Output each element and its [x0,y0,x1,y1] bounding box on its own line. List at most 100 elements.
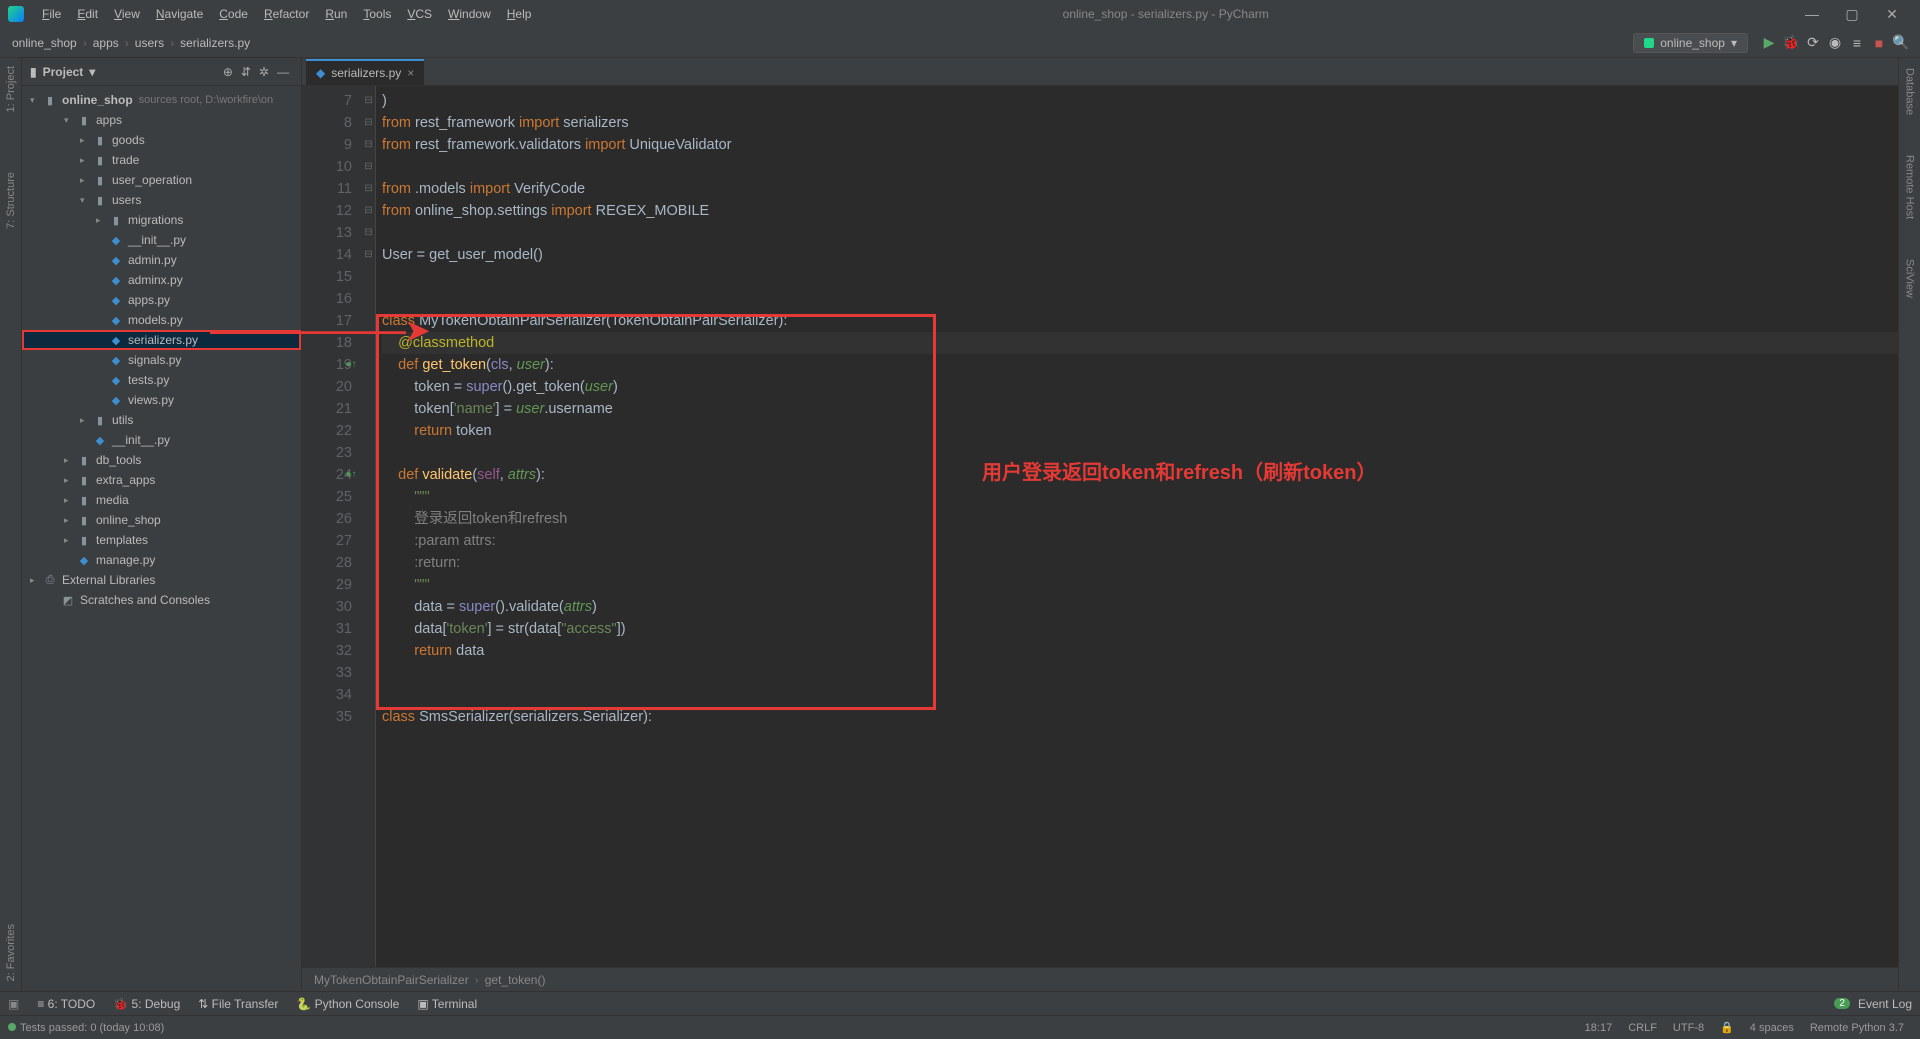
status-time: 18:17 [1577,1022,1621,1034]
line-number-gutter[interactable]: 78910111213141516171819●↑2021222324●↑252… [302,86,362,967]
editor-tab-serializers[interactable]: ◆ serializers.py × [306,59,424,85]
menu-refactor[interactable]: Refactor [256,7,317,21]
project-tree[interactable]: ▾▮online_shopsources root, D:\workfire\o… [22,86,301,991]
chevron-right-icon: › [81,36,89,50]
tree-item-online_shop[interactable]: ▸▮online_shop [22,510,301,530]
tool-tab-python-console[interactable]: 🐍 Python Console [296,997,399,1011]
editor-breadcrumbs[interactable]: MyTokenObtainPairSerializer › get_token(… [302,967,1898,991]
editor-tab-label: serializers.py [331,66,401,80]
run-config-name: online_shop [1660,36,1725,50]
code-content[interactable]: )from rest_framework import serializersf… [376,86,1898,967]
tree-item-db_tools[interactable]: ▸▮db_tools [22,450,301,470]
fold-gutter[interactable]: ⊟⊟⊟⊟⊟⊟⊟⊟ [362,86,376,967]
tree-item-models-py[interactable]: ◆models.py [22,310,301,330]
debug-button[interactable]: 🐞 [1780,34,1802,51]
tree-item-templates[interactable]: ▸▮templates [22,530,301,550]
tree-item-manage-py[interactable]: ◆manage.py [22,550,301,570]
tool-tab-file-transfer[interactable]: ⇅ File Transfer [198,997,278,1011]
chevron-down-icon[interactable]: ▾ [89,65,95,79]
tree-item-media[interactable]: ▸▮media [22,490,301,510]
coverage-button[interactable]: ⟳ [1802,34,1824,51]
breadcrumb-method[interactable]: get_token() [485,973,546,987]
tree-root[interactable]: ▾▮online_shopsources root, D:\workfire\o… [22,90,301,110]
status-bar: Tests passed: 0 (today 10:08) 18:17 CRLF… [0,1015,1920,1039]
menu-run[interactable]: Run [317,7,355,21]
status-line-separator[interactable]: CRLF [1620,1022,1665,1034]
tool-tab-remote-host[interactable]: Remote Host [1904,155,1916,219]
breadcrumb-item[interactable]: users [131,36,168,50]
attach-button[interactable]: ≡ [1846,35,1868,51]
tool-tab-database[interactable]: Database [1904,68,1916,115]
hide-icon[interactable]: — [273,65,293,79]
python-file-icon: ◆ [316,66,325,80]
close-button[interactable]: ✕ [1872,6,1912,23]
tool-tab-todo[interactable]: ≡ 6: TODO [37,997,95,1011]
lock-icon[interactable]: 🔒 [1712,1021,1742,1034]
tool-tab-project[interactable]: 1: Project [5,66,17,112]
breadcrumb-item[interactable]: serializers.py [176,36,254,50]
menu-tools[interactable]: Tools [355,7,399,21]
tree-item-trade[interactable]: ▸▮trade [22,150,301,170]
editor-tabs: ◆ serializers.py × [302,58,1898,86]
locate-icon[interactable]: ⊕ [219,65,237,79]
tree-item-apps[interactable]: ▾▮apps [22,110,301,130]
tree-item-tests-py[interactable]: ◆tests.py [22,370,301,390]
tool-tab-structure[interactable]: 7: Structure [5,172,17,229]
chevron-down-icon: ▾ [1731,36,1737,50]
tool-tab-debug[interactable]: 🐞 5: Debug [113,997,180,1011]
menu-file[interactable]: File [34,7,69,21]
tree-item-apps-py[interactable]: ◆apps.py [22,290,301,310]
run-configuration-selector[interactable]: online_shop ▾ [1633,33,1748,53]
tool-tab-favorites[interactable]: 2: Favorites [5,924,17,981]
code-editor[interactable]: 78910111213141516171819●↑2021222324●↑252… [302,86,1898,967]
breadcrumb-class[interactable]: MyTokenObtainPairSerializer [314,973,469,987]
tree-item-utils[interactable]: ▸▮utils [22,410,301,430]
project-panel-header: ▮Project ▾ ⊕ ⇵ ✲ — [22,58,301,86]
chevron-right-icon: › [123,36,131,50]
menu-vcs[interactable]: VCS [399,7,440,21]
search-everywhere-button[interactable]: 🔍 [1890,34,1912,51]
tree-item-goods[interactable]: ▸▮goods [22,130,301,150]
settings-icon[interactable]: ✲ [255,65,273,79]
menu-view[interactable]: View [106,7,148,21]
tree-item-extra_apps[interactable]: ▸▮extra_apps [22,470,301,490]
collapse-icon[interactable]: ⇵ [237,65,255,79]
tree-item-External-Libraries[interactable]: ▸⎙External Libraries [22,570,301,590]
status-tests: Tests passed: 0 (today 10:08) [8,1022,164,1034]
menu-window[interactable]: Window [440,7,499,21]
stop-button[interactable]: ■ [1868,35,1890,51]
minimize-button[interactable]: — [1792,6,1832,22]
maximize-button[interactable]: ▢ [1832,6,1872,23]
breadcrumb-item[interactable]: online_shop [8,36,81,50]
tool-window-quick-access-icon[interactable]: ▣ [8,997,19,1011]
close-tab-icon[interactable]: × [407,66,414,80]
tool-tab-terminal[interactable]: ▣ Terminal [417,997,477,1011]
right-tool-stripe: Database Remote Host SciView [1898,58,1920,991]
window-title: online_shop - serializers.py - PyCharm [539,7,1792,21]
tree-item-__init__-py[interactable]: ◆__init__.py [22,230,301,250]
run-button[interactable]: ▶ [1758,34,1780,51]
tree-item-user_operation[interactable]: ▸▮user_operation [22,170,301,190]
breadcrumb-item[interactable]: apps [89,36,123,50]
status-interpreter[interactable]: Remote Python 3.7 [1802,1022,1912,1034]
event-log-button[interactable]: 2Event Log [1834,997,1912,1011]
tree-item-migrations[interactable]: ▸▮migrations [22,210,301,230]
profile-button[interactable]: ◉ [1824,34,1846,51]
menu-edit[interactable]: Edit [69,7,106,21]
tree-item-views-py[interactable]: ◆views.py [22,390,301,410]
status-indent[interactable]: 4 spaces [1742,1022,1802,1034]
tree-item-signals-py[interactable]: ◆signals.py [22,350,301,370]
tree-item-__init__-py[interactable]: ◆__init__.py [22,430,301,450]
editor-area: ◆ serializers.py × 789101112131415161718… [302,58,1898,991]
tree-item-admin-py[interactable]: ◆admin.py [22,250,301,270]
left-tool-stripe: 1: Project 7: Structure 2: Favorites [0,58,22,991]
status-encoding[interactable]: UTF-8 [1665,1022,1712,1034]
tree-item-Scratches-and-Consoles[interactable]: ◩Scratches and Consoles [22,590,301,610]
tree-item-users[interactable]: ▾▮users [22,190,301,210]
tree-item-serializers-py[interactable]: ◆serializers.py [22,330,301,350]
menu-code[interactable]: Code [211,7,256,21]
tree-item-adminx-py[interactable]: ◆adminx.py [22,270,301,290]
menu-navigate[interactable]: Navigate [148,7,211,21]
tool-tab-sciview[interactable]: SciView [1904,259,1916,298]
menu-help[interactable]: Help [499,7,540,21]
